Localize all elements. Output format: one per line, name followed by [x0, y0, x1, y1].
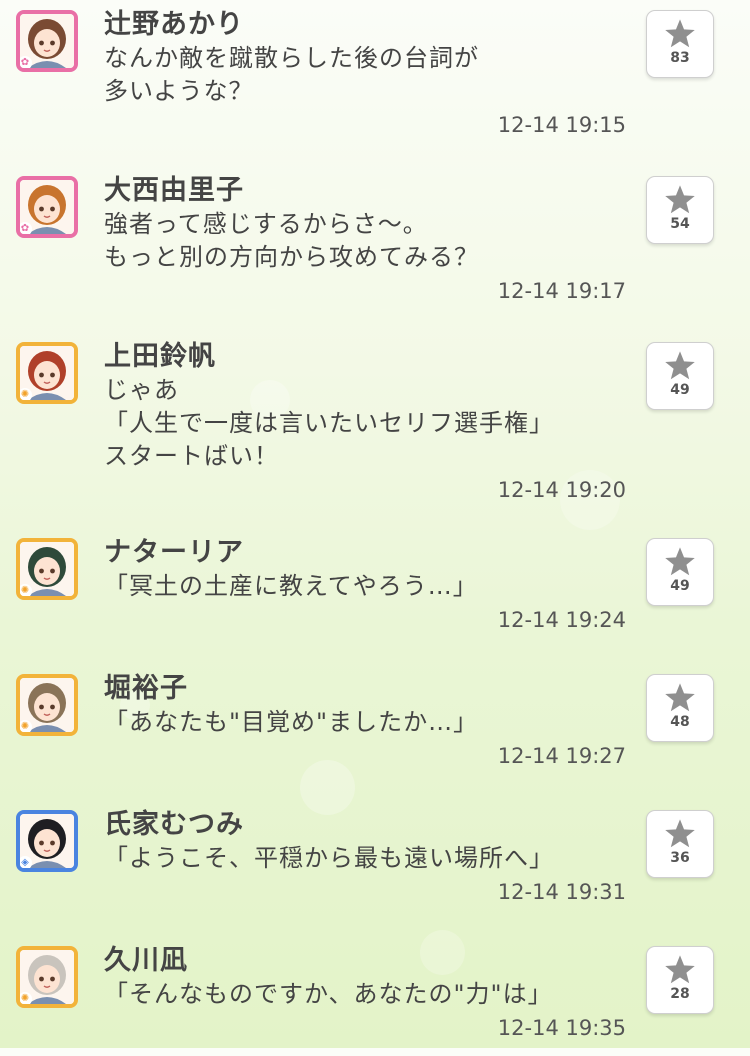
message-line: 「そんなものですか、あなたの"力"は」 [104, 980, 553, 1008]
message-line: 「人生で一度は言いたいセリフ選手権」 [104, 409, 554, 437]
post-timestamp: 12-14 19:35 [497, 1016, 626, 1040]
like-count: 36 [670, 850, 690, 866]
post-message: 強者って感じするからさ～。もっと別の方向から攻めてみる？ [104, 208, 479, 274]
avatar[interactable]: ✿ [16, 10, 78, 72]
poster-name: 久川凪 [104, 945, 188, 976]
poster-name: 堀裕子 [104, 673, 188, 704]
message-line: なんか敵を蹴散らした後の台詞が [104, 44, 479, 72]
star-icon [665, 819, 695, 848]
post-timestamp: 12-14 19:20 [497, 478, 626, 502]
passion-attribute-icon: ✺ [20, 720, 32, 732]
like-button[interactable]: 36 [646, 810, 714, 878]
message-line: 「あなたも"目覚め"ましたか…」 [104, 708, 479, 736]
like-button[interactable]: 48 [646, 674, 714, 742]
post-message: なんか敵を蹴散らした後の台詞が 多いような？ [104, 42, 479, 108]
message-line: もっと別の方向から攻めてみる？ [104, 243, 479, 271]
post-item: ◈ 氏家むつみ「ようこそ、平穏から最も遠い場所へ」 12-14 19:31 36 [0, 800, 750, 920]
post-timestamp: 12-14 19:27 [497, 744, 626, 768]
star-icon [665, 683, 695, 712]
avatar[interactable]: ◈ [16, 810, 78, 872]
poster-name: ナターリア [104, 537, 244, 568]
poster-name: 辻野あかり [104, 9, 244, 40]
like-button[interactable]: 49 [646, 538, 714, 606]
message-line: 多いような？ [104, 77, 254, 105]
post-item: ✿ 大西由里子強者って感じするからさ～。もっと別の方向から攻めてみる？ 12-14 … [0, 166, 750, 319]
like-count: 28 [670, 986, 690, 1002]
post-timestamp: 12-14 19:17 [497, 279, 626, 303]
post-message: じゃあ「人生で一度は言いたいセリフ選手権」 スタートばい！ [104, 374, 554, 473]
poster-name: 大西由里子 [104, 175, 244, 206]
post-item: ✺ 堀裕子「あなたも"目覚め"ましたか…」 12-14 19:27 48 [0, 664, 750, 784]
like-count: 49 [670, 578, 690, 594]
post-message: 「冥土の土産に教えてやろう…」 [104, 570, 478, 603]
post-timestamp: 12-14 19:15 [497, 113, 626, 137]
star-icon [665, 955, 695, 984]
message-line: スタートばい！ [104, 442, 279, 470]
passion-attribute-icon: ✺ [20, 388, 32, 400]
cool-attribute-icon: ◈ [20, 856, 32, 868]
avatar[interactable]: ✺ [16, 342, 78, 404]
star-icon [665, 185, 695, 214]
avatar[interactable]: ✺ [16, 538, 78, 600]
post-timestamp: 12-14 19:24 [497, 608, 626, 632]
message-line: 「ようこそ、平穏から最も遠い場所へ」 [104, 844, 554, 872]
post-message: 「あなたも"目覚め"ましたか…」 [104, 706, 478, 739]
like-button[interactable]: 28 [646, 946, 714, 1014]
like-count: 54 [670, 216, 690, 232]
like-count: 49 [670, 382, 690, 398]
like-count: 48 [670, 714, 690, 730]
like-button[interactable]: 83 [646, 10, 714, 78]
post-item: ✺ 久川凪「そんなものですか、あなたの"力"は」 12-14 19:35 28 [0, 936, 750, 1056]
message-line: じゃあ [104, 376, 179, 404]
post-item: ✺ 上田鈴帆じゃあ「人生で一度は言いたいセリフ選手権」 スタートばい！ 12-14 1… [0, 332, 750, 518]
passion-attribute-icon: ✺ [20, 584, 32, 596]
poster-name: 上田鈴帆 [104, 341, 216, 372]
like-button[interactable]: 49 [646, 342, 714, 410]
message-line: 強者って感じするからさ～。 [104, 210, 428, 238]
post-item: ✿ 辻野あかり なんか敵を蹴散らした後の台詞が 多いような？ 12-14 19:15 83 [0, 0, 750, 153]
message-line: 「冥土の土産に教えてやろう…」 [104, 572, 478, 600]
post-timestamp: 12-14 19:31 [497, 880, 626, 904]
star-icon [665, 351, 695, 380]
cute-attribute-icon: ✿ [20, 222, 32, 234]
passion-attribute-icon: ✺ [20, 992, 32, 1004]
poster-name: 氏家むつみ [104, 809, 244, 840]
star-icon [665, 547, 695, 576]
avatar[interactable]: ✺ [16, 946, 78, 1008]
post-item: ✺ ナターリア「冥土の土産に教えてやろう…」 12-14 19:24 49 [0, 528, 750, 648]
like-button[interactable]: 54 [646, 176, 714, 244]
post-message: 「ようこそ、平穏から最も遠い場所へ」 [104, 842, 554, 875]
post-message: 「そんなものですか、あなたの"力"は」 [104, 978, 553, 1011]
avatar[interactable]: ✿ [16, 176, 78, 238]
like-count: 83 [670, 50, 690, 66]
avatar[interactable]: ✺ [16, 674, 78, 736]
cute-attribute-icon: ✿ [20, 56, 32, 68]
star-icon [665, 19, 695, 48]
